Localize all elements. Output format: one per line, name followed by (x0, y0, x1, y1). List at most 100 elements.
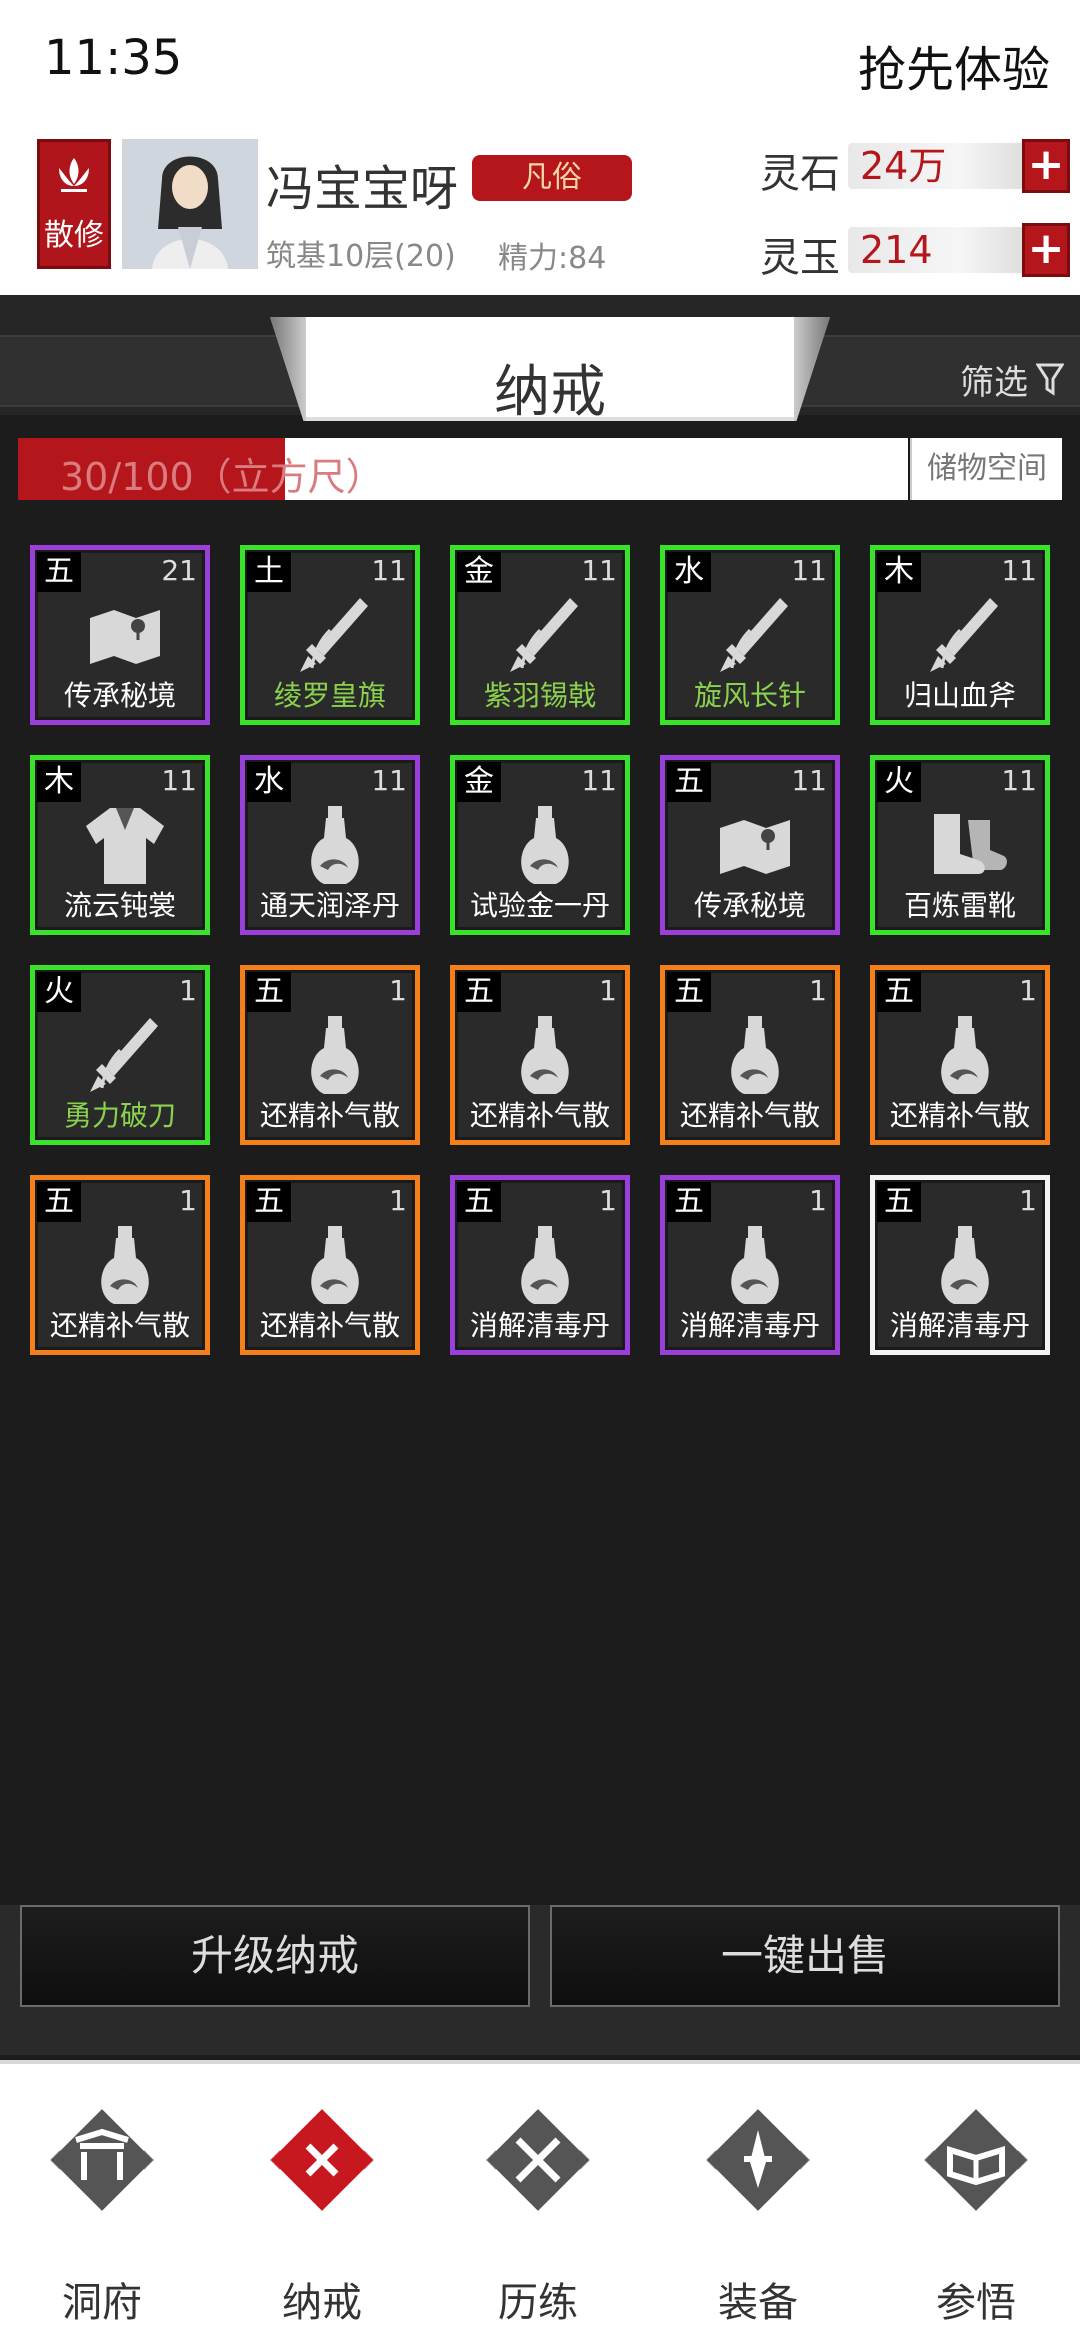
item-element-tag: 水 (247, 762, 291, 802)
inventory-item[interactable]: 木 11 归山血斧 (870, 545, 1050, 725)
weapon-icon (290, 590, 380, 680)
add-spirit-jade-button[interactable]: + (1022, 223, 1070, 277)
item-count: 1 (1019, 1184, 1037, 1217)
tab-title-plate: 纳戒 (270, 317, 830, 421)
item-count: 11 (581, 764, 617, 797)
item-element-tag: 木 (37, 762, 81, 802)
item-element-tag: 木 (877, 552, 921, 592)
player-header: 散修 冯宝宝呀 凡俗 筑基10层(20) 精力:84 灵石 24万 + 灵玉 2… (0, 125, 1080, 295)
potion-gourd-icon (80, 1220, 170, 1310)
item-count: 1 (1019, 974, 1037, 1007)
potion-gourd-icon (920, 1010, 1010, 1100)
inventory-item[interactable]: 金 11 试验金一丹 (450, 755, 630, 935)
scroll-map-icon (710, 800, 800, 890)
spirit-stone-value: 24万 (860, 144, 947, 188)
upgrade-ring-button[interactable]: 升级纳戒 (20, 1905, 530, 2007)
early-access-link[interactable]: 抢先体验 (858, 30, 1050, 100)
nav-item-0[interactable]: 洞府 (22, 2100, 182, 2330)
inventory-item[interactable]: 五 1 还精补气散 (660, 965, 840, 1145)
sell-all-button[interactable]: 一键出售 (550, 1905, 1060, 2007)
weapon-icon (500, 590, 590, 680)
capacity-text: 30/100（立方尺） (60, 455, 384, 499)
inventory-item[interactable]: 火 1 勇力破刀 (30, 965, 210, 1145)
inventory-item[interactable]: 水 11 旋风长针 (660, 545, 840, 725)
item-count: 11 (371, 554, 407, 587)
item-element-tag: 五 (457, 1182, 501, 1222)
item-name: 绫罗皇旗 (273, 679, 386, 712)
nav-item-3[interactable]: 装备 (678, 2100, 838, 2330)
item-count: 1 (599, 1184, 617, 1217)
item-element-tag: 金 (457, 762, 501, 802)
add-spirit-stone-button[interactable]: + (1022, 139, 1070, 193)
inventory-item[interactable]: 五 1 还精补气散 (450, 965, 630, 1145)
item-count: 11 (161, 764, 197, 797)
filter-label: 筛选 (960, 363, 1028, 403)
filter-button[interactable]: 筛选 (960, 355, 1065, 406)
item-element-tag: 土 (247, 552, 291, 592)
inventory-item[interactable]: 五 11 传承秘境 (660, 755, 840, 935)
item-count: 1 (809, 974, 827, 1007)
cultivation-level: 筑基10层(20) (266, 239, 456, 274)
inventory-item[interactable]: 水 11 通天润泽丹 (240, 755, 420, 935)
potion-gourd-icon (290, 800, 380, 890)
spirit-jade-box: 214 (848, 227, 1032, 273)
inventory-item[interactable]: 五 1 还精补气散 (870, 965, 1050, 1145)
inventory-item[interactable]: 木 11 流云钝裳 (30, 755, 210, 935)
player-name: 冯宝宝呀 (266, 161, 459, 217)
inventory-item[interactable]: 五 21 传承秘境 (30, 545, 210, 725)
portrait-image (122, 139, 258, 269)
spirit-stone-row: 灵石 24万 + (758, 137, 1070, 197)
item-name: 勇力破刀 (63, 1099, 176, 1132)
item-name: 传承秘境 (693, 889, 806, 922)
weapon-icon (920, 590, 1010, 680)
item-element-tag: 水 (667, 552, 711, 592)
spirit-jade-row: 灵玉 214 + (758, 221, 1070, 281)
inventory-item[interactable]: 五 1 还精补气散 (240, 965, 420, 1145)
inventory-item[interactable]: 五 1 消解清毒丹 (660, 1175, 840, 1355)
item-name: 还精补气散 (49, 1309, 190, 1342)
realm-badge: 凡俗 (472, 155, 632, 201)
item-count: 11 (791, 554, 827, 587)
inventory-item[interactable]: 五 1 消解清毒丹 (450, 1175, 630, 1355)
inventory-item[interactable]: 土 11 绫罗皇旗 (240, 545, 420, 725)
boots-icon (920, 800, 1010, 890)
potion-gourd-icon (500, 1220, 590, 1310)
tab-band: 纳戒 筛选 (0, 295, 1080, 421)
inventory-item[interactable]: 金 11 紫羽锡戟 (450, 545, 630, 725)
spirit-stone-box: 24万 (848, 143, 1032, 189)
spirit-jade-value: 214 (860, 228, 933, 272)
potion-gourd-icon (500, 1010, 590, 1100)
item-count: 1 (809, 1184, 827, 1217)
funnel-icon (1035, 363, 1065, 406)
item-count: 11 (371, 764, 407, 797)
item-count: 1 (179, 974, 197, 1007)
dagger-icon (698, 2100, 818, 2220)
inventory-item[interactable]: 火 11 百炼雷靴 (870, 755, 1050, 935)
robe-icon (80, 800, 170, 890)
crossed-swords-icon (478, 2100, 598, 2220)
item-count: 1 (389, 974, 407, 1007)
nav-item-1[interactable]: 纳戒 (242, 2100, 402, 2330)
inventory-item[interactable]: 五 1 消解清毒丹 (870, 1175, 1050, 1355)
scroll-map-icon (80, 590, 170, 680)
nav-item-4[interactable]: 参悟 (896, 2100, 1056, 2330)
book-icon (916, 2100, 1036, 2220)
item-name: 百炼雷靴 (903, 889, 1016, 922)
item-element-tag: 五 (877, 972, 921, 1012)
item-name: 紫羽锡戟 (483, 679, 596, 712)
action-bar: 升级纳戒 一键出售 (0, 1905, 1080, 2055)
capacity-bar: 30/100（立方尺） (18, 438, 908, 500)
item-element-tag: 五 (667, 1182, 711, 1222)
item-count: 11 (1001, 554, 1037, 587)
inventory-item[interactable]: 五 1 还精补气散 (30, 1175, 210, 1355)
item-name: 还精补气散 (679, 1099, 820, 1132)
item-count: 1 (389, 1184, 407, 1217)
avatar[interactable] (122, 139, 258, 269)
item-element-tag: 五 (37, 552, 81, 592)
storage-space-button[interactable]: 储物空间 (910, 438, 1062, 500)
page-title: 纳戒 (494, 360, 606, 425)
item-name: 消解清毒丹 (679, 1309, 820, 1342)
sect-badge[interactable]: 散修 (37, 139, 111, 269)
nav-item-2[interactable]: 历练 (458, 2100, 618, 2330)
inventory-item[interactable]: 五 1 还精补气散 (240, 1175, 420, 1355)
